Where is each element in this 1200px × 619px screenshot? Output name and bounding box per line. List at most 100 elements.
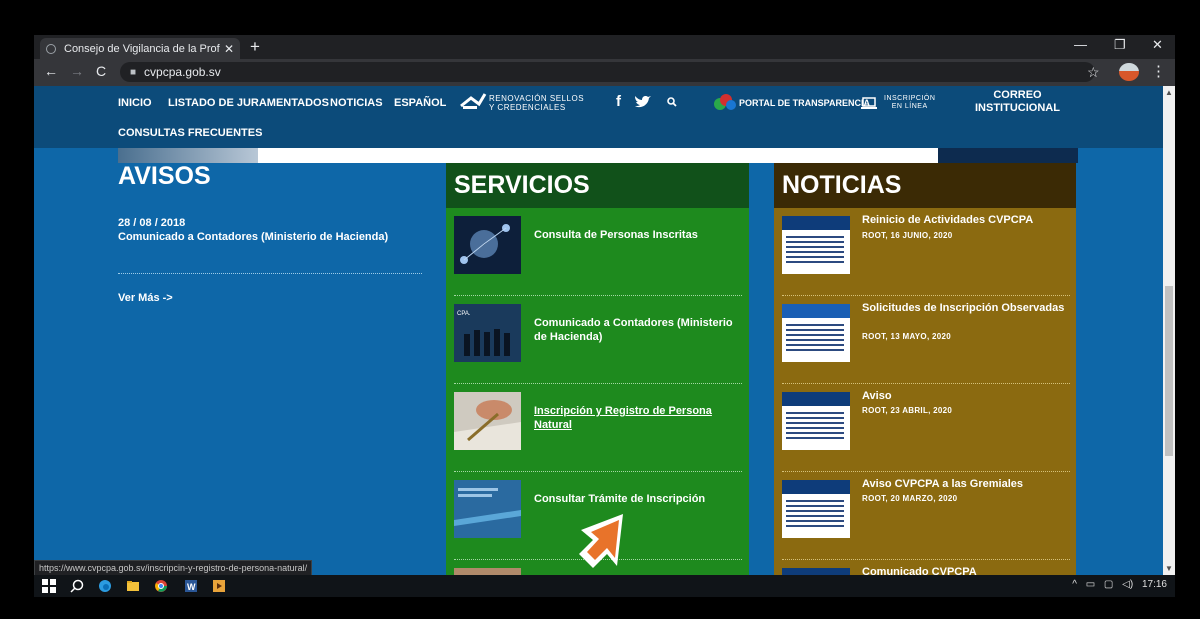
network-icon[interactable]: ▢	[1104, 579, 1113, 590]
laptop-icon	[861, 97, 877, 109]
renovacion-line-2: Y CREDENCIALES	[489, 103, 566, 112]
minimize-button[interactable]: —	[1074, 37, 1087, 52]
noticia-meta: ROOT, 16 JUNIO, 2020	[862, 231, 953, 240]
servicio-thumbnail-signing	[454, 392, 521, 450]
browser-tab[interactable]: Consejo de Vigilancia de la Profe ✕	[40, 38, 240, 59]
volume-icon[interactable]: ◁)	[1122, 579, 1133, 590]
servicio-thumbnail-document	[454, 480, 521, 538]
servicio-thumbnail-people: CPA.	[454, 304, 521, 362]
noticia-thumbnail	[782, 216, 850, 274]
nav-correo-institucional[interactable]: CORREO INSTITUCIONAL	[975, 89, 1060, 115]
noticia-item[interactable]: Aviso ROOT, 23 ABRIL, 2020	[782, 384, 1072, 472]
servicio-label: Consulta de Personas Inscritas	[534, 229, 698, 241]
tab-close-icon[interactable]: ✕	[224, 42, 234, 56]
word-icon[interactable]: W	[184, 579, 198, 593]
inscripcion-line-1: INSCRIPCIÓN	[884, 95, 936, 102]
nav-espanol[interactable]: ESPAÑOL	[394, 97, 446, 109]
noticia-title[interactable]: Aviso	[862, 390, 1072, 403]
nav-inicio[interactable]: INICIO	[118, 97, 152, 109]
svg-text:W: W	[187, 582, 196, 592]
nav-portal-transparencia[interactable]: PORTAL DE TRANSPARENCIA	[739, 98, 870, 108]
close-window-button[interactable]: ✕	[1152, 37, 1163, 53]
windows-start-icon[interactable]	[42, 579, 56, 593]
pointer-arrow-icon	[579, 514, 623, 568]
renovacion-line-1: RENOVACIÓN SELLOS	[489, 94, 585, 103]
file-explorer-icon[interactable]	[126, 579, 140, 593]
noticia-thumbnail	[782, 304, 850, 362]
nav-listado-juramentados[interactable]: LISTADO DE JURAMENTADOS	[168, 97, 329, 109]
status-bar-url: https://www.cvpcpa.gob.sv/inscripcin-y-r…	[34, 560, 313, 576]
noticia-title[interactable]: Comunicado CVPCPA	[862, 566, 1072, 575]
windows-taskbar: W ^ ▭ ▢ ◁) 17:16	[34, 575, 1175, 597]
noticia-item[interactable]: Comunicado CVPCPA	[782, 560, 1072, 575]
tab-title: Consejo de Vigilancia de la Profe	[64, 42, 220, 55]
site-header-nav: INICIO LISTADO DE JURAMENTADOS NOTICIAS …	[34, 86, 1163, 148]
address-url: cvpcpa.gob.sv	[144, 65, 221, 79]
reload-icon[interactable]: C	[96, 63, 106, 79]
transparency-logo-icon	[714, 94, 736, 110]
bookmark-star-icon[interactable]: ☆	[1087, 64, 1100, 81]
banner-slider	[118, 148, 1078, 163]
page-scrollbar[interactable]: ▲ ▼	[1163, 86, 1175, 575]
noticia-title[interactable]: Solicitudes de Inscripción Observadas	[862, 302, 1072, 315]
nav-consultas-frecuentes[interactable]: CONSULTAS FRECUENTES	[118, 127, 262, 139]
search-icon[interactable]	[667, 97, 677, 107]
keyboard-icon[interactable]: ▭	[1086, 579, 1095, 590]
inscripcion-line-2: EN LÍNEA	[891, 103, 928, 110]
noticia-meta: ROOT, 23 ABRIL, 2020	[862, 406, 953, 415]
twitter-icon[interactable]	[634, 95, 652, 109]
chevron-up-icon[interactable]: ^	[1072, 579, 1077, 590]
servicio-label: Comunicado a Contadores (Ministerio de H…	[534, 317, 733, 343]
lock-icon: ■	[130, 66, 137, 78]
nav-noticias[interactable]: NOTICIAS	[330, 97, 383, 109]
noticia-meta: ROOT, 13 MAYO, 2020	[862, 332, 951, 341]
search-icon[interactable]	[70, 579, 84, 593]
edge-icon[interactable]	[98, 579, 112, 593]
noticia-item[interactable]: Aviso CVPCPA a las Gremiales ROOT, 20 MA…	[782, 472, 1072, 560]
scrollbar-thumb[interactable]	[1165, 286, 1173, 456]
chrome-icon[interactable]	[154, 579, 168, 593]
svg-text:CPA.: CPA.	[457, 311, 471, 317]
servicio-thumbnail-network	[454, 216, 521, 274]
restore-button[interactable]: ❐	[1114, 37, 1126, 53]
media-player-icon[interactable]	[212, 579, 226, 593]
servicios-heading: SERVICIOS	[446, 163, 749, 208]
noticia-meta: ROOT, 20 MARZO, 2020	[862, 494, 958, 503]
browser-tab-strip: Consejo de Vigilancia de la Profe ✕ + — …	[34, 35, 1175, 59]
new-tab-button[interactable]: +	[250, 37, 260, 57]
noticia-thumbnail	[782, 392, 850, 450]
stamp-icon	[460, 93, 487, 109]
back-arrow-icon[interactable]: ←	[44, 63, 58, 79]
correo-line-2: INSTITUCIONAL	[975, 102, 1060, 114]
servicio-item[interactable]: Consulta de Personas Inscritas	[454, 208, 744, 296]
noticia-title[interactable]: Reinicio de Actividades CVPCPA	[862, 214, 1072, 227]
address-bar[interactable]: ■ cvpcpa.gob.sv	[120, 62, 1095, 82]
browser-toolbar: ← → C ■ cvpcpa.gob.sv ☆ ⋮	[34, 59, 1175, 86]
scroll-down-icon[interactable]: ▼	[1165, 564, 1173, 573]
nav-renovacion-sellos[interactable]: RENOVACIÓN SELLOS Y CREDENCIALES	[489, 94, 584, 112]
noticia-title[interactable]: Aviso CVPCPA a las Gremiales	[862, 478, 1072, 491]
profile-avatar[interactable]	[1119, 63, 1139, 81]
scroll-up-icon[interactable]: ▲	[1165, 88, 1173, 97]
servicio-item[interactable]: Inscripción y Registro de Persona Natura…	[454, 384, 744, 472]
facebook-icon[interactable]: f	[616, 93, 621, 110]
aviso-divider	[118, 273, 422, 274]
menu-kebab-icon[interactable]: ⋮	[1151, 62, 1166, 80]
noticias-heading: NOTICIAS	[774, 163, 1076, 208]
ver-mas-link[interactable]: Ver Más ->	[118, 292, 173, 304]
noticia-thumbnail	[782, 568, 850, 575]
page-viewport: INICIO LISTADO DE JURAMENTADOS NOTICIAS …	[34, 86, 1163, 575]
system-tray: ^ ▭ ▢ ◁) 17:16	[1072, 579, 1167, 590]
screen: Consejo de Vigilancia de la Profe ✕ + — …	[34, 35, 1175, 597]
correo-line-1: CORREO	[993, 89, 1042, 101]
servicio-item[interactable]: CPA. Comunicado a Contadores (Ministerio…	[454, 296, 744, 384]
tab-favicon-icon	[46, 43, 56, 54]
banner-image-right	[938, 148, 1078, 163]
avisos-heading: AVISOS	[118, 162, 211, 190]
noticia-item[interactable]: Reinicio de Actividades CVPCPA ROOT, 16 …	[782, 208, 1072, 296]
noticia-item[interactable]: Solicitudes de Inscripción Observadas RO…	[782, 296, 1072, 384]
aviso-link[interactable]: Comunicado a Contadores (Ministerio de H…	[118, 231, 418, 244]
taskbar-clock[interactable]: 17:16	[1142, 579, 1167, 590]
nav-inscripcion-en-linea[interactable]: INSCRIPCIÓN EN LÍNEA	[884, 95, 935, 111]
forward-arrow-icon[interactable]: →	[70, 63, 84, 79]
